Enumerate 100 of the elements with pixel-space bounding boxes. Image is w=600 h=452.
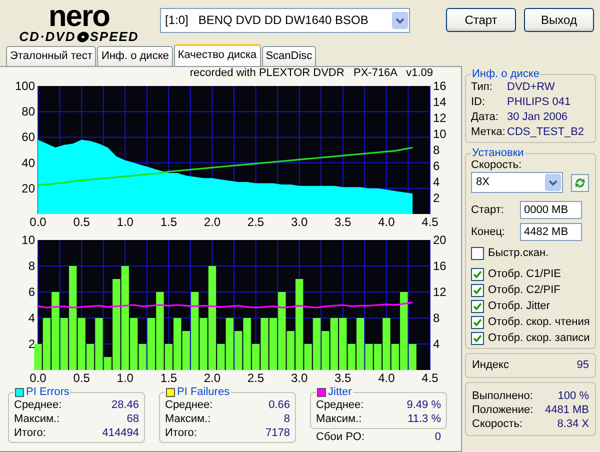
y2-axis-label: 12 [433,111,446,125]
speed-label: Скорость: [471,159,523,172]
toolbar-button[interactable]: Выход [524,8,594,32]
stat-value: 414494 [102,426,139,440]
progress-value: 8.34 X [557,417,589,432]
stat-value: 8 [284,412,290,426]
logo-text: nero [48,4,110,30]
stat-label: Среднее: [316,398,364,412]
x-axis-label: 3.5 [334,214,352,229]
stat-value: 28.46 [111,398,139,412]
checkbox[interactable] [471,284,484,297]
x-axis-label: 0.5 [73,370,90,385]
checkbox[interactable] [471,316,484,329]
y2-axis-label: 8 [433,143,440,157]
checkbox[interactable] [471,300,484,313]
stat-value: 0.66 [268,398,290,412]
x-axis-label: 0.0 [30,214,46,229]
caret-icon[interactable] [545,174,561,192]
progress-label: Выполнено: [472,389,533,404]
x-axis-label: 2.0 [204,214,221,229]
stat-label: Максим.: [165,412,211,426]
toolbar-button[interactable]: Старт [446,8,516,32]
y-axis-label: 6 [28,285,35,299]
logo-text: CD·DVD [19,30,76,44]
group-title: PI Failures [177,386,230,398]
y-axis-label: 2 [28,337,35,351]
info-value: 30 Jan 2006 [507,110,568,125]
y2-axis-label: 10 [433,127,446,141]
y2-axis-label: 4 [433,175,440,189]
y-axis-label: 20 [22,181,35,196]
x-axis-label: 0.0 [30,370,46,385]
refresh-icon [573,176,587,190]
checkbox[interactable] [471,332,484,345]
checkbox-label[interactable]: Отобр. C2/PIF [488,284,560,297]
checkbox-label[interactable]: Отобр. Jitter [488,300,550,313]
index-label: Индекс [472,359,509,372]
group-title: Инф. о диске [471,68,540,80]
input-field[interactable]: 0000 MB [520,201,582,220]
drive-select[interactable]: [1:0] BENQ DVD DD DW1640 BSOB [160,8,410,33]
x-axis-label: 1.5 [160,370,177,385]
info-label: Метка: [471,125,506,140]
progress-label: Положение: [472,403,534,418]
logo-text: SPEED [90,30,139,44]
x-axis-label: 3.0 [291,370,308,385]
info-label: ID: [471,95,486,110]
y2-axis-label: 6 [433,159,440,173]
y-axis-label: 4 [28,311,35,325]
tab[interactable]: ScanDisc [262,46,316,66]
info-value: PHILIPS 041 [507,95,571,110]
stat-value: 68 [126,412,139,426]
checkbox[interactable] [471,268,484,281]
progress-value: 4481 MB [544,403,589,418]
tab[interactable]: Эталонный тест [6,46,96,66]
checkbox-label[interactable]: Отобр. скор. чтения [488,316,590,329]
stat-value: 9.49 % [406,398,441,412]
x-axis-label: 2.5 [247,214,264,229]
progress-label: Скорость: [472,417,523,432]
tab[interactable]: Инф. о диске [97,46,173,66]
x-axis-label: 4.0 [378,370,395,385]
x-axis-label: 1.5 [160,214,177,229]
stat-label: Среднее: [165,398,213,412]
y2-axis-label: 2 [433,191,440,205]
progress-value: 100 % [558,389,589,404]
field-label: Конец: [471,226,506,239]
x-axis-label: 1.0 [116,370,134,385]
group-title: PI Errors [26,386,70,398]
x-axis-label: 0.5 [73,214,90,229]
speed-select[interactable]: 8X [471,172,563,194]
info-value: DVD+RW [507,80,555,95]
y2-axis-label: 4 [433,337,440,351]
input-field[interactable]: 4482 MB [520,223,582,242]
disc-icon [76,31,90,43]
y-axis-label: 10 [22,233,35,247]
index-value: 95 [576,359,589,372]
info-label: Дата: [471,110,500,125]
checkbox[interactable] [471,246,484,260]
stat-label: Максим.: [316,412,362,426]
x-axis-label: 4.0 [378,214,395,229]
y-axis-label: 100 [14,80,35,93]
tab[interactable]: Качество диска [174,44,261,66]
stat-label: Сбои PO: [316,430,365,443]
x-axis-label: 4.5 [422,370,438,385]
checkbox-label[interactable]: Отобр. скор. записи [488,332,590,345]
stat-label: Итого: [14,426,46,440]
x-axis-label: 2.5 [247,370,264,385]
checkbox-label[interactable]: Быстр.скан. [488,246,549,260]
x-axis-label: 3.5 [334,370,352,385]
caret-icon[interactable] [392,12,408,29]
y2-axis-label: 16 [433,259,446,273]
y-axis-label: 80 [22,104,35,119]
checkbox-label[interactable]: Отобр. C1/PIE [488,268,561,281]
stat-label: Максим.: [14,412,60,426]
chart-subtitle: recorded with PLEXTOR DVDR PX-716A v1.09 [188,67,434,80]
group-title: Jitter [328,386,352,398]
refresh-button[interactable] [571,174,589,192]
y2-axis-label: 8 [433,311,440,325]
field-label: Старт: [471,204,504,217]
stat-label: Итого: [165,426,197,440]
y2-axis-label: 20 [433,233,446,247]
y-axis-label: 60 [22,130,35,144]
